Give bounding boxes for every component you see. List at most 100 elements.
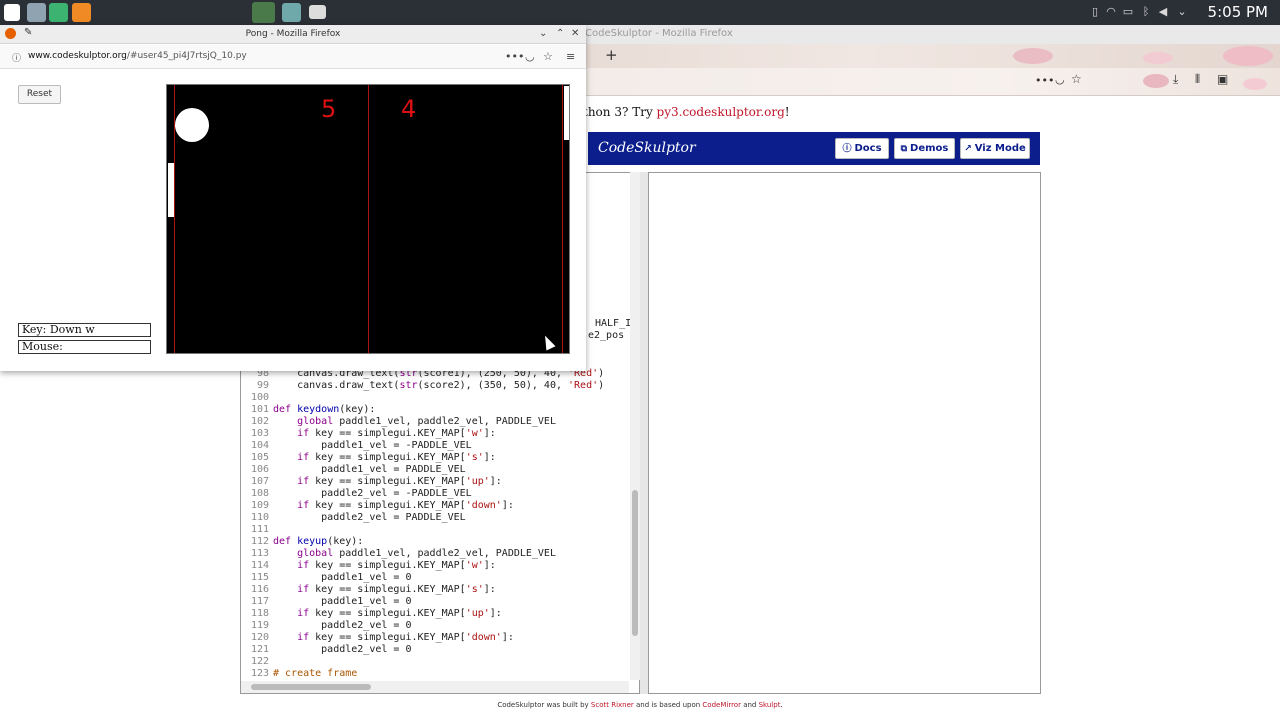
line-number: 119 [250,620,269,631]
maximize-icon[interactable]: ⌃ [556,28,564,39]
line-number: 103 [250,428,269,439]
code-line: 100 [241,392,631,404]
bluetooth-icon[interactable]: ᛒ [1140,6,1152,18]
code-overflow: HALF_I e2_pos [588,318,631,342]
clock[interactable]: 5:05 PM [1208,3,1268,21]
files-taskbar-icon[interactable] [282,3,301,22]
line-number: 101 [250,404,269,415]
code-line: 102 global paddle1_vel, paddle2_vel, PAD… [241,416,631,428]
theme-blossom [1223,46,1273,66]
app-menu-icon[interactable] [4,4,20,21]
demos-button-label: Demos [910,143,949,154]
code-text: paddle2_vel = 0 [273,620,412,631]
url-field[interactable]: www.codeskulptor.org/#user45_pi4J7rtsjQ_… [28,51,247,61]
minimize-icon[interactable]: ⌄ [539,28,547,39]
center-line [368,85,369,353]
line-number: 116 [250,584,269,595]
line-number: 104 [250,440,269,451]
library-icon[interactable]: ⫴ [1195,72,1200,87]
chevron-down-icon[interactable]: ⌄ [1176,6,1188,18]
code-overflow-line: e2_pos [588,330,625,341]
line-number: 110 [250,512,269,523]
key-status: Key: Down w [18,323,151,337]
firefox-taskbar-icon[interactable] [252,2,275,23]
code-text: if key == simplegui.KEY_MAP['s']: [297,584,496,595]
bookmark-star-icon[interactable]: ☆ [1071,72,1082,86]
line-number: 109 [250,500,269,511]
pong-urlbar[interactable]: ⓘ www.codeskulptor.org/#user45_pi4J7rtsj… [0,45,586,69]
sidebar-icon[interactable]: ▣ [1217,72,1228,86]
left-paddle [168,163,174,217]
code-line: 101 def keydown(key): [241,404,631,416]
pocket-icon[interactable]: ◡ [525,50,535,63]
code-line: 105 if key == simplegui.KEY_MAP['s']: [241,452,631,464]
battery-icon[interactable]: ▭ [1122,6,1134,18]
line-number: 108 [250,488,269,499]
code-text: paddle2_vel = -PADDLE_VEL [273,488,472,499]
wifi-icon[interactable]: ◠ [1105,6,1117,18]
clipboard-icon[interactable]: ▯ [1089,6,1101,18]
docs-button[interactable]: ⓘ Docs [835,138,889,159]
codemirror-link[interactable]: CodeMirror [702,701,741,709]
menu-dots-icon[interactable]: ••• [1035,74,1054,87]
python3-notice-text: thon 3? Try [583,105,657,119]
mouse-cursor [540,333,556,351]
line-number: 120 [250,632,269,643]
code-lines: 98 canvas.draw_text(str(score1), (250, 5… [241,368,631,680]
demo-icon: ⧉ [900,144,908,154]
footer-text: CodeSkulptor was built by [497,701,591,709]
screen-recorder-icon[interactable] [309,5,326,19]
code-vertical-scrollbar[interactable] [630,172,640,680]
code-text: # create frame [273,668,358,679]
line-number: 121 [250,644,269,655]
info-icon: ⓘ [842,144,852,154]
line-number: 123 [250,668,269,679]
reset-button[interactable]: Reset [18,85,61,104]
line-number: 105 [250,452,269,463]
code-line: 111 [241,524,631,536]
new-tab-icon[interactable]: + [605,46,618,64]
code-line: 108 paddle2_vel = -PADDLE_VEL [241,488,631,500]
background-titlebar: CodeSkulptor - Mozilla Firefox [583,25,1280,44]
pong-canvas[interactable]: 5 4 [166,84,570,354]
code-line: 106 paddle1_vel = PADDLE_VEL [241,464,631,476]
footer-text: and [740,701,759,709]
viz-mode-button[interactable]: ↗ Viz Mode [960,138,1030,159]
pocket-icon[interactable]: ◡ [1055,73,1065,86]
vertical-scroll-thumb[interactable] [632,490,638,636]
files-icon[interactable] [27,3,46,22]
code-text: global paddle1_vel, paddle2_vel, PADDLE_… [297,416,556,427]
code-line: 115 paddle1_vel = 0 [241,572,631,584]
python3-notice: thon 3? Try py3.codeskulptor.org! [583,105,790,119]
volume-icon[interactable]: ◀ [1157,6,1169,18]
close-icon[interactable]: ✕ [571,28,579,39]
code-text: global paddle1_vel, paddle2_vel, PADDLE_… [297,548,556,559]
pane-splitter[interactable] [640,172,648,694]
score-left: 5 [321,95,337,123]
demos-button[interactable]: ⧉ Demos [894,138,955,159]
folder-icon[interactable] [49,3,68,22]
site-info-icon[interactable]: ⓘ [12,51,21,64]
author-link[interactable]: Scott Rixner [591,701,634,709]
line-number: 115 [250,572,269,583]
download-icon[interactable]: ⤓ [1173,72,1178,87]
ball [175,108,209,142]
code-horizontal-scrollbar[interactable] [241,681,629,693]
line-number: 107 [250,476,269,487]
background-navbar: ••• ◡ ☆ ⤓ ⫴ ▣ [583,68,1280,96]
line-number: 106 [250,464,269,475]
code-text: if key == simplegui.KEY_MAP['up']: [297,608,502,619]
menu-dots-icon[interactable]: ••• [505,50,524,63]
editor-icon[interactable] [72,3,91,22]
bookmark-star-icon[interactable]: ☆ [543,50,553,63]
code-text: paddle1_vel = 0 [273,572,412,583]
code-line: 122 [241,656,631,668]
py3-link[interactable]: py3.codeskulptor.org [657,105,785,119]
horizontal-scroll-thumb[interactable] [251,684,371,690]
hamburger-menu-icon[interactable]: ≡ [566,50,575,63]
code-text: paddle2_vel = PADDLE_VEL [273,512,466,523]
code-line: 110 paddle2_vel = PADDLE_VEL [241,512,631,524]
theme-blossom [1143,52,1173,64]
skulpt-link[interactable]: Skulpt [759,701,781,709]
code-text: if key == simplegui.KEY_MAP['down']: [297,632,514,643]
